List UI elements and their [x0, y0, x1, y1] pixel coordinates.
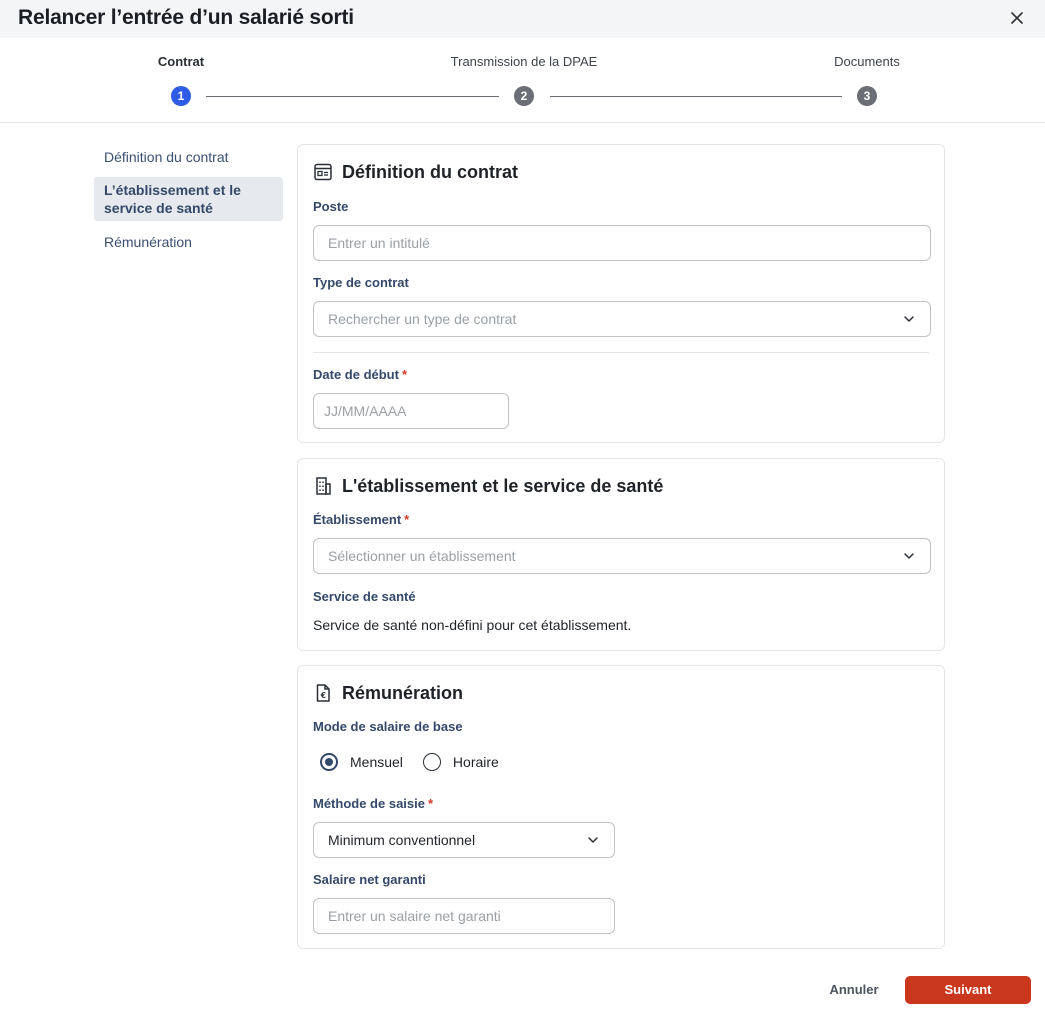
input-method-value: Minimum conventionnel — [328, 832, 476, 848]
input-method-select[interactable]: Minimum conventionnel — [313, 822, 615, 858]
health-service-value: Service de santé non-défini pour cet éta… — [313, 617, 632, 633]
step-connector — [206, 96, 499, 97]
chevron-down-icon — [588, 837, 598, 843]
radio-checked-icon — [320, 753, 338, 771]
contract-type-placeholder: Rechercher un type de contrat — [328, 311, 517, 327]
contract-definition-card: Définition du contrat Poste Entrer un in… — [297, 144, 945, 443]
step-label-contrat[interactable]: Contrat — [158, 54, 204, 69]
card-header: L'établissement et le service de santé — [313, 473, 663, 499]
close-button[interactable] — [1005, 6, 1029, 30]
net-salary-label: Salaire net garanti — [313, 872, 426, 887]
contract-type-select[interactable]: Rechercher un type de contrat — [313, 301, 931, 337]
chevron-down-icon — [904, 316, 914, 322]
chevron-down-icon — [904, 553, 914, 559]
cancel-button[interactable]: Annuler — [818, 977, 890, 1003]
radio-label: Horaire — [452, 754, 499, 770]
contract-type-label: Type de contrat — [313, 275, 409, 290]
building-icon — [316, 477, 331, 495]
divider — [313, 352, 929, 353]
poste-input[interactable]: Entrer un intitulé — [313, 225, 931, 261]
establishment-label: Établissement * — [313, 512, 410, 527]
establishment-placeholder: Sélectionner un établissement — [328, 548, 516, 564]
radio-horaire[interactable]: Horaire — [422, 753, 499, 771]
card-header: € Rémunération — [313, 680, 463, 706]
radio-label: Mensuel — [350, 754, 403, 770]
remuneration-card: € Rémunération Mode de salaire de base M… — [297, 665, 945, 949]
establishment-select[interactable]: Sélectionner un établissement — [313, 538, 931, 574]
nav-item-remuneration[interactable]: Rémunération — [94, 225, 283, 259]
health-service-label: Service de santé — [313, 589, 416, 604]
nav-item-etablissement[interactable]: L’établissement et le service de santé — [94, 177, 283, 221]
card-title: Rémunération — [342, 682, 464, 703]
card-title: Définition du contrat — [342, 161, 518, 182]
start-date-input[interactable]: JJ/MM/AAAA — [313, 393, 509, 429]
start-date-label: Date de début * — [313, 367, 408, 382]
euro-document-icon: € — [316, 684, 330, 702]
close-icon — [1011, 12, 1023, 24]
salary-mode-radio-group: Mensuel Horaire — [320, 753, 519, 771]
net-salary-input[interactable]: Entrer un salaire net garanti — [313, 898, 615, 934]
step-2-indicator[interactable]: 2 — [514, 86, 534, 106]
step-3-indicator[interactable]: 3 — [857, 86, 877, 106]
modal-title: Relancer l’entrée d’un salarié sorti — [18, 6, 354, 29]
svg-text:€: € — [320, 691, 326, 700]
poste-label: Poste — [313, 199, 349, 214]
nav-item-definition[interactable]: Définition du contrat — [94, 140, 283, 174]
section-nav: Définition du contrat L’établissement et… — [94, 140, 283, 259]
step-label-documents[interactable]: Documents — [834, 54, 900, 69]
step-label-dpae[interactable]: Transmission de la DPAE — [451, 54, 598, 69]
step-connector — [550, 96, 842, 97]
card-title: L'établissement et le service de santé — [342, 475, 664, 496]
modal-header: Relancer l’entrée d’un salarié sorti — [0, 0, 1045, 38]
radio-mensuel[interactable]: Mensuel — [320, 753, 403, 771]
input-method-label: Méthode de saisie * — [313, 796, 434, 811]
establishment-card: L'établissement et le service de santé É… — [297, 458, 945, 651]
salary-mode-label: Mode de salaire de base — [313, 719, 463, 734]
card-header: Définition du contrat — [313, 159, 518, 185]
step-1-indicator[interactable]: 1 — [171, 86, 191, 106]
stepper: Contrat Transmission de la DPAE Document… — [0, 38, 1045, 123]
radio-unchecked-icon — [422, 753, 441, 771]
contract-icon — [314, 163, 332, 181]
next-button[interactable]: Suivant — [905, 976, 1031, 1004]
